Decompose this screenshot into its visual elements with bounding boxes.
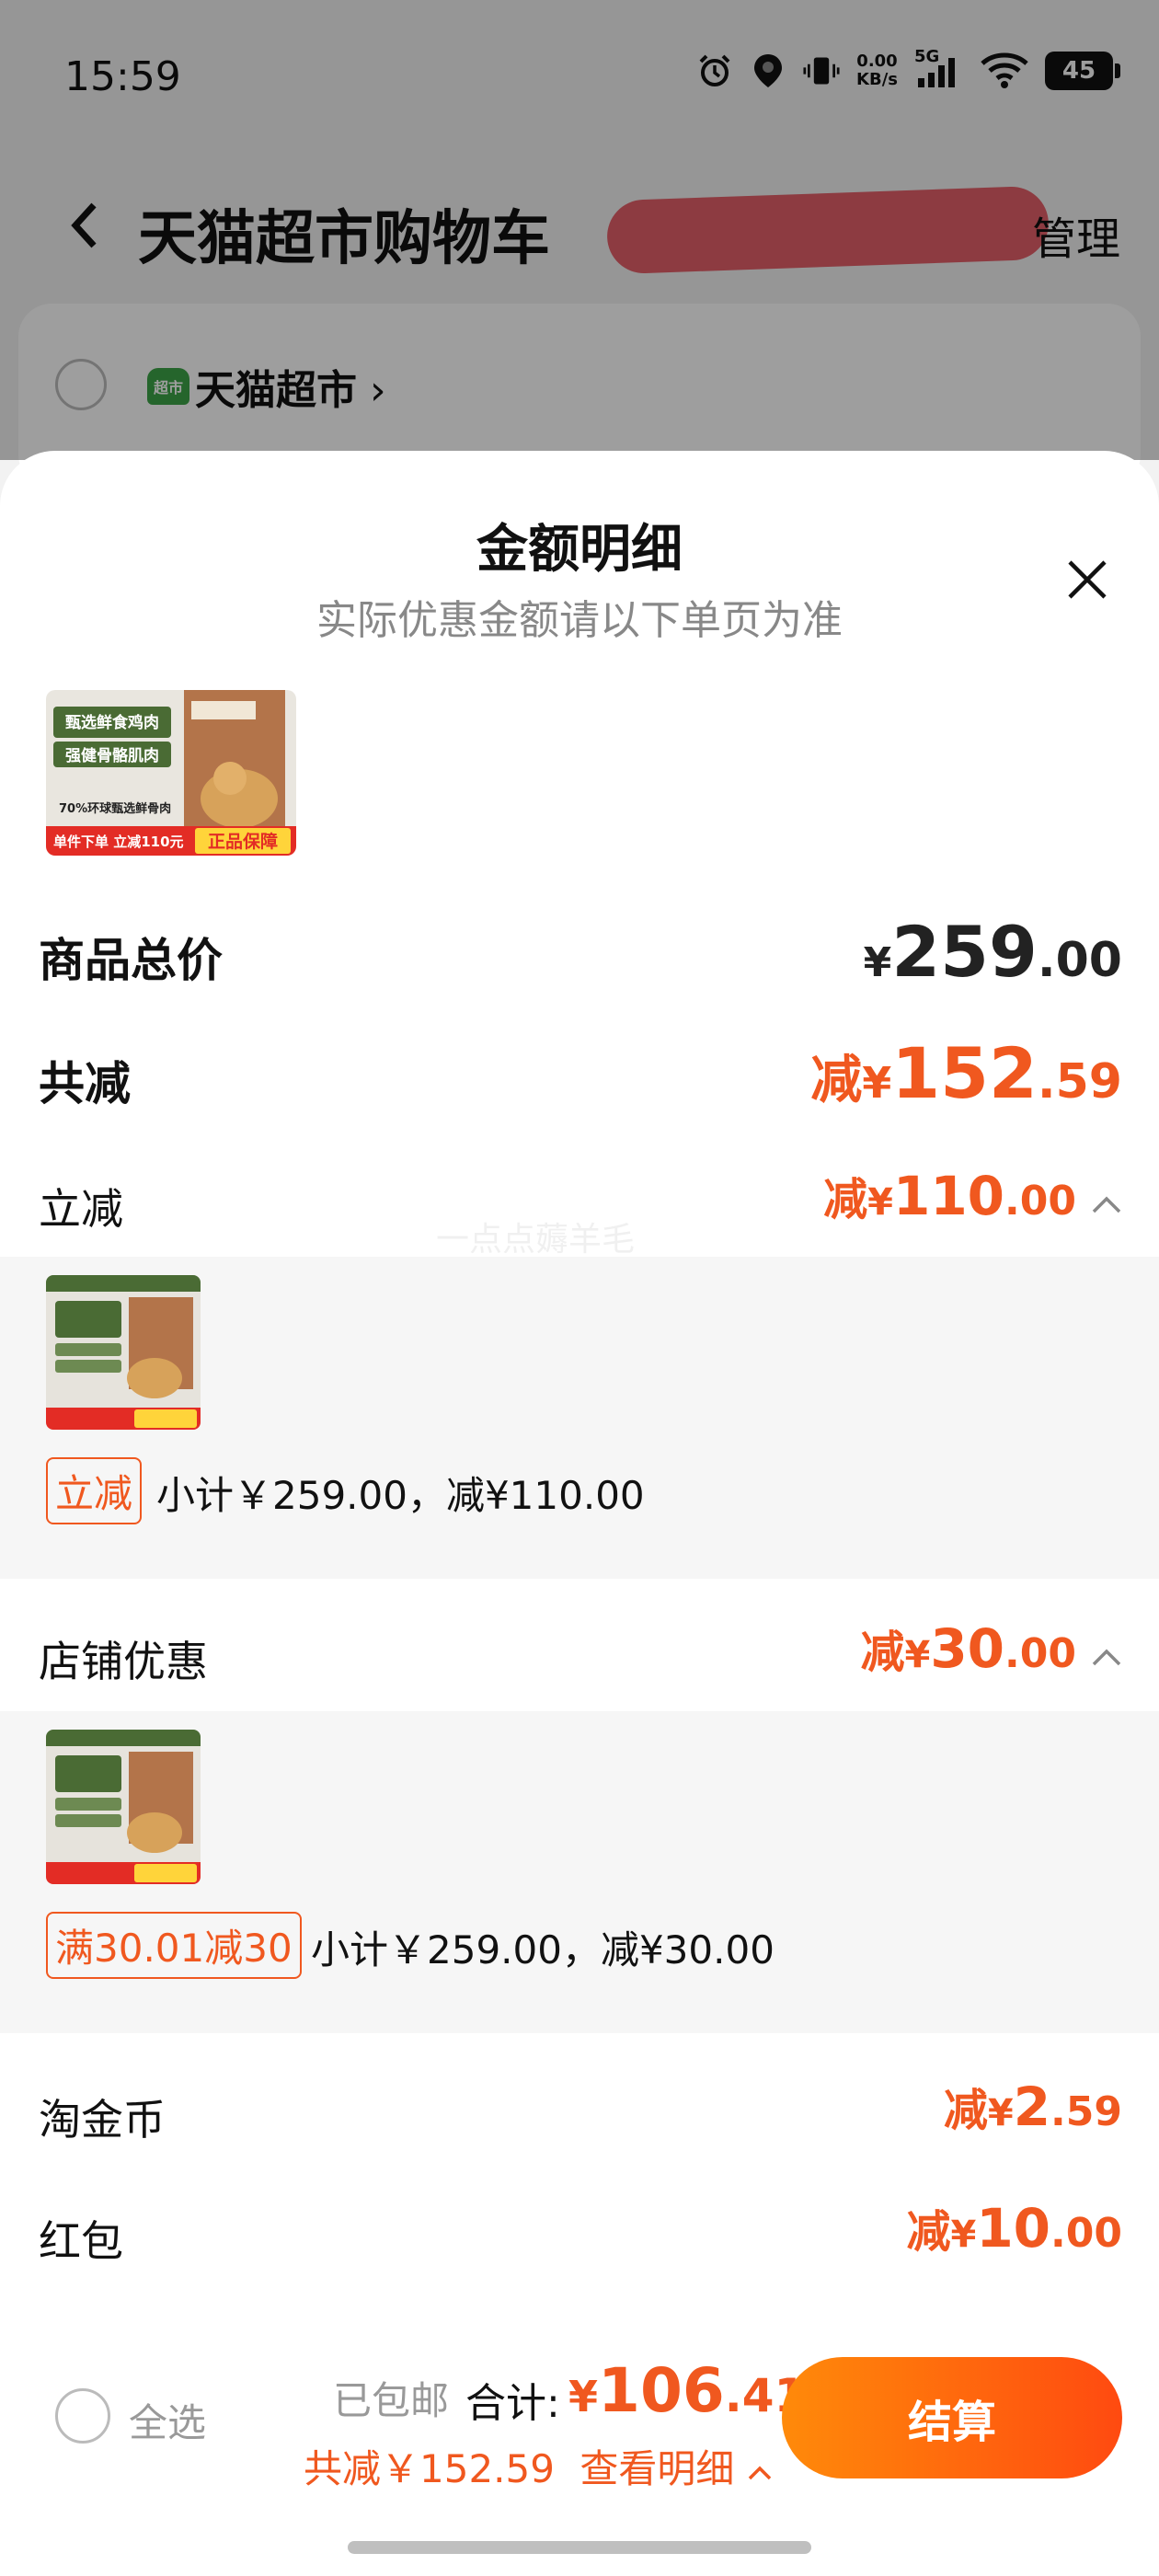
discount-summary[interactable]: 共减￥152.59 查看明细 <box>304 2438 773 2494</box>
select-all-label[interactable]: 全选 <box>129 2392 206 2448</box>
total-discount-label: 共减 <box>39 1057 131 1110</box>
red-packet-dec: .00 <box>1050 2210 1122 2257</box>
total-discount-row: 共减 减 ¥ 152 .59 <box>0 1032 1159 1124</box>
instant-discount-detail: 立减 小计￥259.00，减¥110.00 <box>0 1257 1159 1579</box>
instant-discount-tag: 立减 <box>46 1457 143 1524</box>
instant-discount-value: 减 ¥ 110 .00 <box>823 1163 1122 1227</box>
instant-discount-yen: ¥ <box>867 1181 893 1224</box>
product-image: 甄选鲜食鸡肉 强健骨骼肌肉 70%环球甄选鲜骨肉 单件下单 立减110元 正品保… <box>46 690 296 856</box>
red-packet-row: 红包 减 ¥ 10 .00 <box>0 2191 1159 2280</box>
select-all-radio[interactable] <box>55 2388 110 2444</box>
product-headline: 甄选鲜食鸡肉 <box>65 713 159 732</box>
store-discount-tag: 满30.01减30 <box>46 1912 302 1979</box>
store-discount-dec: .00 <box>1004 1630 1076 1677</box>
product-thumbnail <box>46 1275 201 1430</box>
chevron-up-icon[interactable] <box>1091 1194 1122 1218</box>
store-discount-int: 30 <box>930 1617 1005 1680</box>
red-packet-int: 10 <box>976 2197 1051 2260</box>
view-details-link[interactable]: 查看明细 <box>580 2446 734 2491</box>
store-discount-label: 店铺优惠 <box>39 1637 208 1686</box>
total-int: 106 <box>598 2355 725 2426</box>
sheet-title: 金额明细 <box>476 520 683 580</box>
watermark: 一点点薅羊毛 <box>436 1221 636 1259</box>
close-icon[interactable] <box>1060 552 1115 607</box>
store-discount-subtotal: 小计￥259.00，减¥30.00 <box>311 1927 775 1972</box>
total-discount-dec: .59 <box>1037 1054 1122 1110</box>
dim-overlay[interactable] <box>0 0 1159 460</box>
checkout-button[interactable]: 结算 <box>782 2357 1122 2478</box>
gold-coins-prefix: 减 <box>943 2085 988 2136</box>
product-thumbnail <box>46 1730 201 1884</box>
checkout-bar: 全选 已包邮 合计: ¥ 106 .41 共减￥152.59 查看明细 结算 <box>0 2309 1159 2576</box>
store-discount-row[interactable]: 店铺优惠 减 ¥ 30 .00 <box>0 1612 1159 1700</box>
gold-coins-value: 减 ¥ 2 .59 <box>944 2074 1122 2138</box>
chevron-up-icon <box>747 2446 773 2491</box>
goods-total-yen: ¥ <box>863 939 892 986</box>
red-packet-value: 减 ¥ 10 .00 <box>906 2195 1122 2260</box>
total-discount-value: 减 ¥ 152 .59 <box>810 1032 1122 1114</box>
total-discount-yen: ¥ <box>862 1058 892 1108</box>
gold-coins-row: 淘金币 减 ¥ 2 .59 <box>0 2070 1159 2158</box>
goods-total-row: 商品总价 ¥ 259 .00 <box>0 911 1159 1003</box>
store-discount-detail: 满30.01减30 小计￥259.00，减¥30.00 <box>0 1711 1159 2033</box>
total-yen: ¥ <box>568 2372 599 2421</box>
total-discount-int: 152 <box>891 1032 1038 1114</box>
goods-total-value: ¥ 259 .00 <box>864 911 1122 993</box>
goods-total-label: 商品总价 <box>39 934 223 987</box>
total-label: 合计: <box>465 2380 560 2427</box>
instant-discount-prefix: 减 <box>823 1174 868 1225</box>
gold-coins-yen: ¥ <box>987 2092 1014 2134</box>
goods-total-int: 259 <box>891 911 1038 993</box>
store-discount-value: 减 ¥ 30 .00 <box>860 1616 1122 1680</box>
red-packet-yen: ¥ <box>950 2214 977 2256</box>
instant-discount-subtotal: 小计￥259.00，减¥110.00 <box>156 1473 645 1518</box>
product-badge: 正品保障 <box>208 831 278 852</box>
instant-discount-int: 110 <box>892 1165 1005 1227</box>
goods-total-dec: .00 <box>1037 933 1122 988</box>
total-amount: ¥ 106 .41 <box>568 2355 806 2426</box>
red-packet-prefix: 减 <box>906 2206 951 2258</box>
gold-coins-label: 淘金币 <box>39 2095 166 2145</box>
home-indicator[interactable] <box>348 2541 811 2554</box>
product-stat: 70%环球甄选鲜骨肉 <box>59 801 171 816</box>
gold-coins-dec: .59 <box>1050 2088 1122 2135</box>
amount-detail-sheet: 金额明细 实际优惠金额请以下单页为准 甄选鲜食鸡肉 强健骨骼肌肉 70%环球甄选… <box>0 451 1159 2576</box>
product-headline-2: 强健骨骼肌肉 <box>65 746 159 765</box>
chevron-up-icon[interactable] <box>1091 1647 1122 1671</box>
instant-discount-dec: .00 <box>1004 1178 1076 1225</box>
total-discount-prefix: 减 <box>810 1051 863 1110</box>
instant-discount-label: 立减 <box>39 1184 123 1234</box>
free-shipping-label: 已包邮 <box>333 2378 450 2423</box>
store-discount-prefix: 减 <box>860 1627 905 1678</box>
red-packet-label: 红包 <box>39 2216 123 2266</box>
discount-summary-text: 共减￥152.59 <box>304 2446 555 2491</box>
store-discount-yen: ¥ <box>904 1634 931 1676</box>
product-promo: 单件下单 立减110元 <box>53 834 184 850</box>
gold-coins-int: 2 <box>1013 2076 1051 2138</box>
sheet-subtitle: 实际优惠金额请以下单页为准 <box>316 597 843 644</box>
